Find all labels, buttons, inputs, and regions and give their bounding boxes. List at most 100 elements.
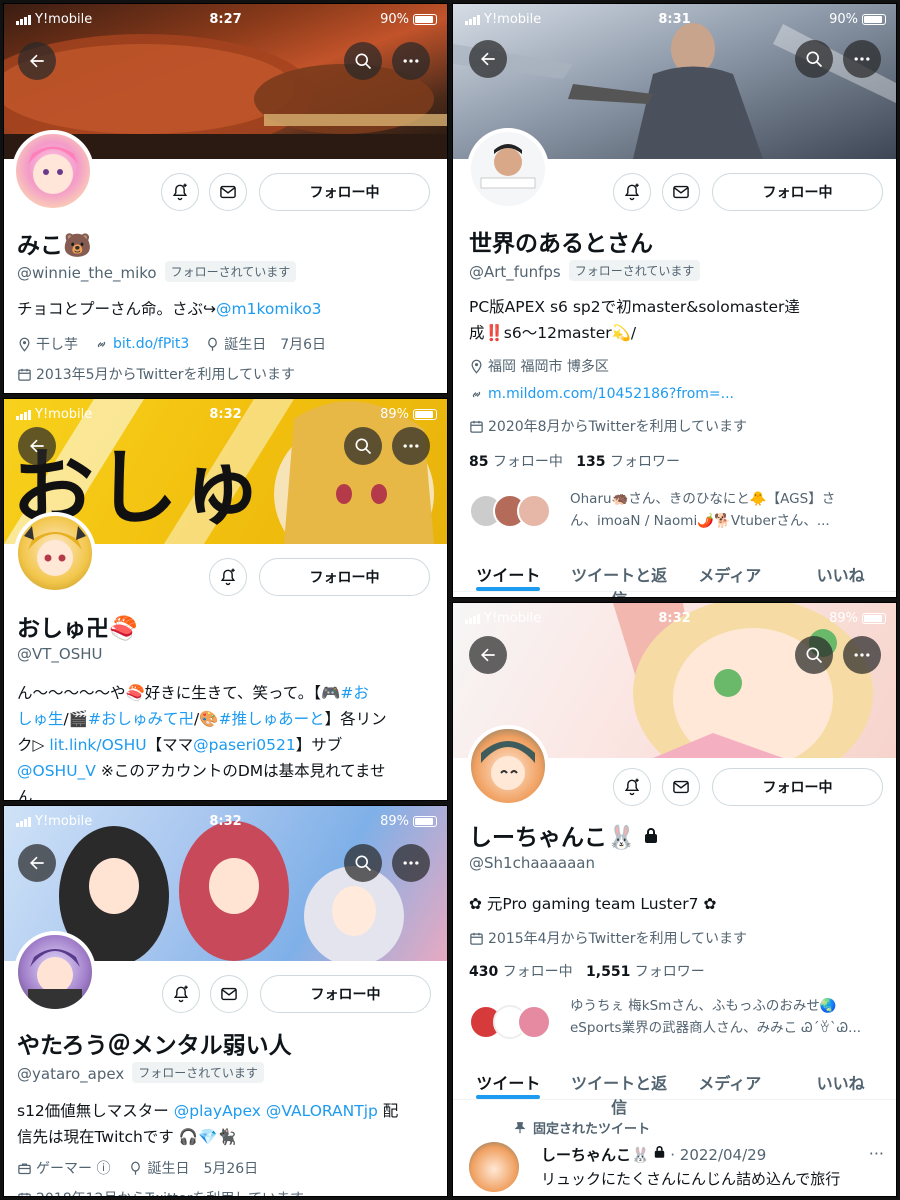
followers-stat[interactable]: 1,551 フォロワー bbox=[586, 964, 705, 980]
more-icon bbox=[854, 653, 870, 657]
following-button[interactable]: フォロー中 bbox=[259, 173, 430, 211]
joined-row: 2013年5月からTwitterを利用しています bbox=[17, 364, 295, 384]
following-stat[interactable]: 430 フォロー中 bbox=[469, 964, 573, 980]
bio-mention[interactable]: @paseri0521 bbox=[193, 736, 296, 754]
notifications-button[interactable] bbox=[161, 173, 199, 211]
avatar[interactable] bbox=[467, 128, 549, 210]
profile-name: しーちゃんこ🐰 bbox=[469, 825, 636, 851]
bio-mention[interactable]: @playApex bbox=[174, 1102, 261, 1120]
notifications-button[interactable] bbox=[209, 558, 247, 596]
back-button[interactable] bbox=[469, 40, 507, 78]
hashtag-link[interactable]: #お bbox=[340, 684, 369, 702]
avatar[interactable] bbox=[467, 725, 549, 807]
tweet-avatar[interactable] bbox=[469, 1142, 519, 1192]
notifications-button[interactable] bbox=[162, 975, 200, 1013]
more-icon bbox=[403, 861, 419, 865]
tab-tweets-replies[interactable]: ツイートと返信 bbox=[564, 550, 675, 597]
battery-icon bbox=[413, 14, 437, 25]
search-button[interactable] bbox=[795, 636, 833, 674]
tab-media[interactable]: メディア bbox=[675, 550, 786, 591]
followed-by-avatars[interactable] bbox=[469, 1005, 551, 1039]
tab-tweets-replies[interactable]: ツイートと返信 bbox=[564, 1058, 675, 1117]
tab-tweets[interactable]: ツイート bbox=[453, 550, 564, 591]
more-button[interactable] bbox=[392, 844, 430, 882]
hashtag-link[interactable]: #おしゅみて卍 bbox=[88, 710, 194, 728]
tweet-more-icon[interactable]: ··· bbox=[869, 1144, 884, 1163]
back-button[interactable] bbox=[18, 427, 56, 465]
more-button[interactable] bbox=[843, 40, 881, 78]
profile-handle-row: @Art_funfps フォローされています bbox=[469, 260, 701, 281]
following-button[interactable]: フォロー中 bbox=[712, 768, 883, 806]
back-button[interactable] bbox=[469, 636, 507, 674]
followed-by-avatars[interactable] bbox=[469, 494, 551, 528]
pinned-label-row: 固定されたツイート bbox=[513, 1118, 650, 1137]
search-button[interactable] bbox=[795, 40, 833, 78]
notifications-button[interactable] bbox=[613, 768, 651, 806]
following-button[interactable]: フォロー中 bbox=[260, 975, 431, 1013]
message-button[interactable] bbox=[209, 173, 247, 211]
more-icon bbox=[403, 59, 419, 63]
follow-stats: 430 フォロー中 1,551 フォロワー bbox=[469, 961, 705, 981]
notifications-button[interactable] bbox=[613, 173, 651, 211]
link-icon bbox=[97, 341, 106, 347]
bio-link[interactable]: lit.link/OSHU bbox=[49, 736, 146, 754]
bio-link[interactable]: @m1komiko3 bbox=[216, 300, 322, 318]
back-button[interactable] bbox=[18, 42, 56, 80]
search-button[interactable] bbox=[344, 42, 382, 80]
message-button[interactable] bbox=[210, 975, 248, 1013]
following-button[interactable]: フォロー中 bbox=[712, 173, 883, 211]
profile-panel-arto: Y!mobile 8:31 90% フォロー中 世界のあるとさん @Art_fu… bbox=[452, 3, 897, 598]
followers-stat[interactable]: 135 フォロワー bbox=[576, 454, 680, 470]
location-icon bbox=[19, 337, 30, 352]
message-button[interactable] bbox=[662, 173, 700, 211]
tweet-author: しーちゃんこ🐰 bbox=[541, 1146, 650, 1164]
balloon-icon bbox=[131, 1161, 141, 1175]
lock-icon bbox=[655, 1146, 665, 1158]
profile-handle: @Sh1chaaaaaan bbox=[469, 854, 595, 872]
tweet-date: · 2022/04/29 bbox=[670, 1146, 767, 1164]
search-icon bbox=[355, 855, 372, 872]
tab-tweets[interactable]: ツイート bbox=[453, 1058, 564, 1099]
profile-url[interactable]: m.mildom.com/10452186?from=... bbox=[488, 386, 734, 402]
following-stat[interactable]: 85 フォロー中 bbox=[469, 454, 563, 470]
profile-handle: @Art_funfps bbox=[469, 263, 561, 281]
following-button[interactable]: フォロー中 bbox=[259, 558, 430, 596]
search-button[interactable] bbox=[344, 844, 382, 882]
tab-likes[interactable]: いいね bbox=[785, 550, 896, 591]
url-row: m.mildom.com/10452186?from=... bbox=[469, 386, 734, 402]
profile-bio: PC版APEX s6 sp2で初master&solomaster達 成‼️s6… bbox=[469, 298, 800, 342]
profile-panel-shichanko: Y!mobile 8:32 89% フォロー中 しーちゃんこ🐰 @Sh1chaa… bbox=[452, 602, 897, 1197]
joined-text: 2018年12月からTwitterを利用しています bbox=[36, 1188, 304, 1196]
search-button[interactable] bbox=[344, 427, 382, 465]
profile-url[interactable]: bit.do/fPit3 bbox=[113, 336, 189, 352]
pinned-tweet[interactable]: 固定されたツイート しーちゃんこ🐰 · 2022/04/29 ··· リュックに… bbox=[453, 1108, 896, 1196]
arrow-left-icon bbox=[30, 856, 44, 870]
more-button[interactable] bbox=[392, 42, 430, 80]
status-bar: Y!mobile 8:32 89% bbox=[453, 603, 896, 633]
followed-by-text[interactable]: Oharu🦔さん、きのひなにと🐥【AGS】さ ん、imoaN / Naomi🌶️… bbox=[570, 488, 890, 532]
avatar[interactable] bbox=[12, 130, 94, 212]
followed-by-text[interactable]: ゆうちぇ 梅kSmさん、ふもっふのおみせ🌏 eSports業界の武器商人さん、み… bbox=[570, 995, 890, 1039]
back-button[interactable] bbox=[18, 844, 56, 882]
more-button[interactable] bbox=[392, 427, 430, 465]
bell-plus-icon bbox=[624, 183, 640, 201]
avatar[interactable] bbox=[14, 931, 96, 1013]
hashtag-link[interactable]: #推しゅあーと bbox=[219, 710, 325, 728]
avatar[interactable] bbox=[14, 512, 96, 594]
bio-mention[interactable]: @OSHU_V bbox=[17, 762, 96, 780]
search-icon bbox=[355, 53, 372, 70]
tab-likes[interactable]: いいね bbox=[785, 1058, 896, 1099]
profile-tabs: ツイート ツイートと返信 メディア いいね bbox=[453, 550, 896, 597]
bio-mention[interactable]: @VALORANTjp bbox=[266, 1102, 378, 1120]
profile-panel-oshu: おしゅ Y!mobile 8:32 89% フォロー中 おしゅ卍🍣 @VT_OS… bbox=[3, 398, 448, 801]
more-button[interactable] bbox=[843, 636, 881, 674]
tweet-text: リュックにたくさんにんじん詰め込んで旅行 bbox=[541, 1170, 841, 1188]
message-button[interactable] bbox=[662, 768, 700, 806]
joined-text: 2020年8月からTwitterを利用しています bbox=[488, 419, 748, 435]
search-icon bbox=[806, 51, 823, 68]
status-bar: Y!mobile 8:27 90% bbox=[4, 4, 447, 34]
tab-media[interactable]: メディア bbox=[675, 1058, 786, 1099]
balloon-icon bbox=[208, 337, 218, 351]
joined-text: 2015年4月からTwitterを利用しています bbox=[488, 931, 748, 947]
hashtag-link[interactable]: しゅ生 bbox=[17, 710, 64, 728]
